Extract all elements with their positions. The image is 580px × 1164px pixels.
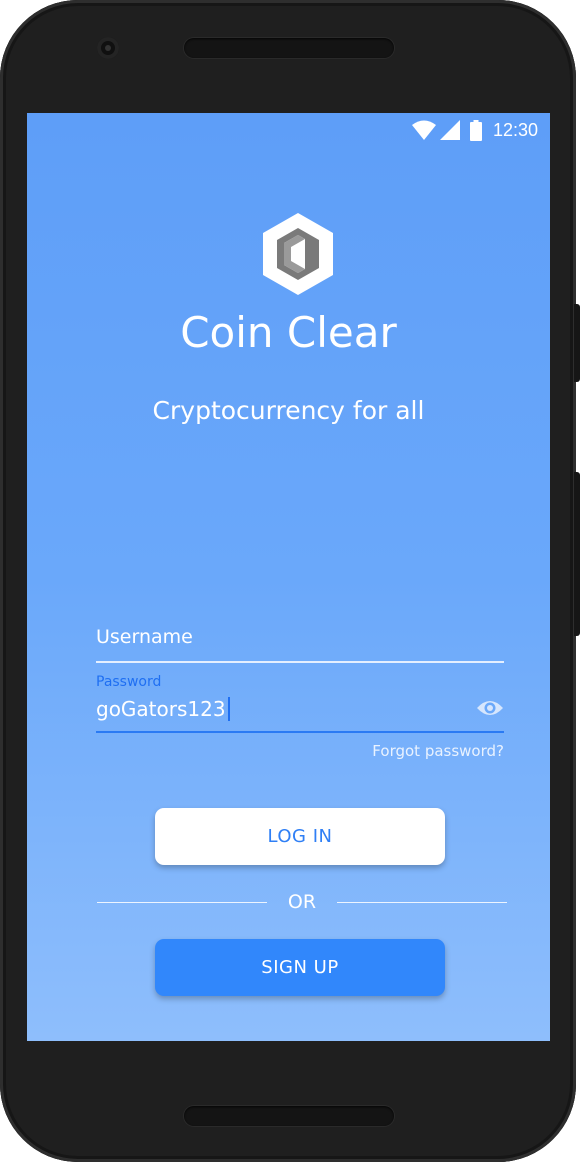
signup-button[interactable]: SIGN UP — [155, 939, 445, 996]
password-label: Password — [96, 674, 162, 690]
divider-line-right — [337, 902, 507, 903]
app-title: Coin Clear — [180, 308, 397, 357]
top-speaker — [184, 38, 394, 58]
power-button — [574, 304, 580, 382]
eye-icon[interactable] — [476, 699, 504, 717]
username-field[interactable] — [96, 621, 504, 663]
text-cursor — [227, 697, 230, 721]
status-bar: 12:30 — [27, 113, 550, 145]
password-field[interactable]: goGators123 — [96, 693, 504, 733]
app-tagline: Cryptocurrency for all — [152, 396, 425, 425]
divider-line-left — [97, 902, 267, 903]
phone-frame: 12:30 Coin Clear Cryptocurrency for all … — [0, 0, 580, 1162]
password-input[interactable]: goGators123 — [96, 696, 230, 722]
coin-clear-logo-icon — [263, 213, 333, 295]
status-icons: 12:30 — [411, 119, 538, 141]
password-text: goGators123 — [96, 697, 226, 721]
login-screen: 12:30 Coin Clear Cryptocurrency for all … — [27, 113, 550, 1041]
front-camera — [97, 37, 119, 59]
signal-icon — [439, 120, 460, 140]
volume-button — [574, 472, 580, 636]
battery-icon — [469, 119, 482, 141]
forgot-password-link[interactable]: Forgot password? — [372, 742, 504, 760]
login-button[interactable]: LOG IN — [155, 808, 445, 865]
or-divider-text: OR — [287, 891, 317, 913]
bottom-speaker — [184, 1106, 394, 1126]
wifi-icon — [411, 120, 436, 140]
status-time: 12:30 — [492, 120, 538, 140]
username-input[interactable] — [96, 621, 496, 653]
